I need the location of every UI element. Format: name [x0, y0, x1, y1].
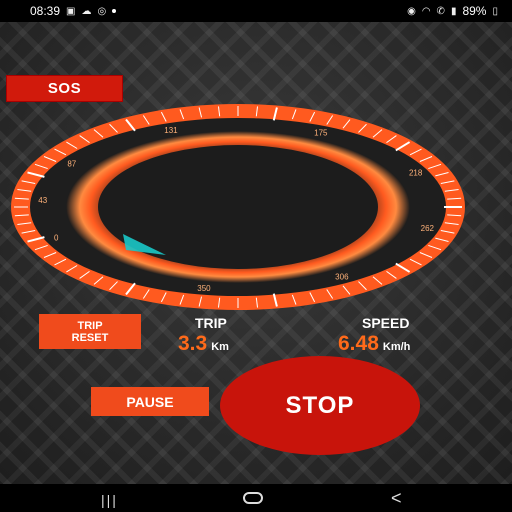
image-icon: ▣ [66, 5, 76, 17]
back-button[interactable]: < [391, 488, 402, 508]
trip-reset-line2: RESET [71, 331, 109, 344]
dial-tick-label: 0 [54, 234, 59, 243]
dial-tick-label: 350 [197, 284, 211, 293]
dial-svg: 0 43 87 131 175 218 262 306 350 [11, 104, 465, 310]
status-time: 08:39 [30, 4, 61, 18]
status-bar: 08:39 ▣ ☁ ◎ ◉ ◠ ✆ ▮ 89% ▯ [0, 0, 512, 22]
battery-level: 89% [462, 4, 487, 18]
trip-reset-button[interactable]: TRIP RESET [39, 314, 141, 349]
dial-tick-label: 262 [421, 224, 435, 233]
trip-unit: Km [211, 341, 229, 353]
dial-tick-label: 306 [335, 273, 349, 282]
location-icon: ◉ [407, 5, 416, 17]
status-left: 08:39 ▣ ☁ ◎ [30, 4, 117, 18]
home-button[interactable] [243, 492, 263, 504]
navigation-bar: ||| < [0, 484, 512, 512]
sos-button[interactable]: SOS [6, 75, 123, 102]
trip-label: TRIP [195, 315, 227, 331]
dial-tick-label: 131 [164, 126, 178, 135]
dial-tick-label: 43 [38, 196, 47, 205]
dial-tick-label: 87 [67, 160, 76, 169]
speed-value: 6.48 [338, 332, 379, 355]
wifi-icon: ◠ [421, 5, 431, 17]
trip-reset-line1: TRIP [77, 319, 103, 332]
dot-icon [112, 9, 117, 13]
stop-button[interactable]: STOP [220, 356, 420, 455]
recents-button[interactable]: ||| [101, 490, 118, 510]
pause-button[interactable]: PAUSE [91, 387, 209, 416]
compass-dial: 0 43 87 131 175 218 262 306 350 [8, 104, 465, 310]
cloud-icon: ☁ [81, 5, 92, 17]
battery-icon: ▯ [492, 5, 498, 17]
instagram-icon: ◎ [97, 5, 107, 17]
trip-value: 3.3 [178, 332, 208, 355]
speed-unit: Km/h [382, 341, 411, 353]
status-right: ◉ ◠ ✆ ▮ 89% ▯ [407, 4, 498, 18]
speed-value-row: 6.48 Km/h [338, 332, 410, 356]
signal-icon: ▮ [450, 5, 457, 17]
dial-tick-label: 218 [409, 168, 423, 177]
call-icon: ✆ [436, 5, 445, 17]
trip-value-row: 3.3 Km [178, 332, 229, 356]
dial-tick-label: 175 [314, 129, 328, 138]
speed-label: SPEED [362, 315, 410, 331]
